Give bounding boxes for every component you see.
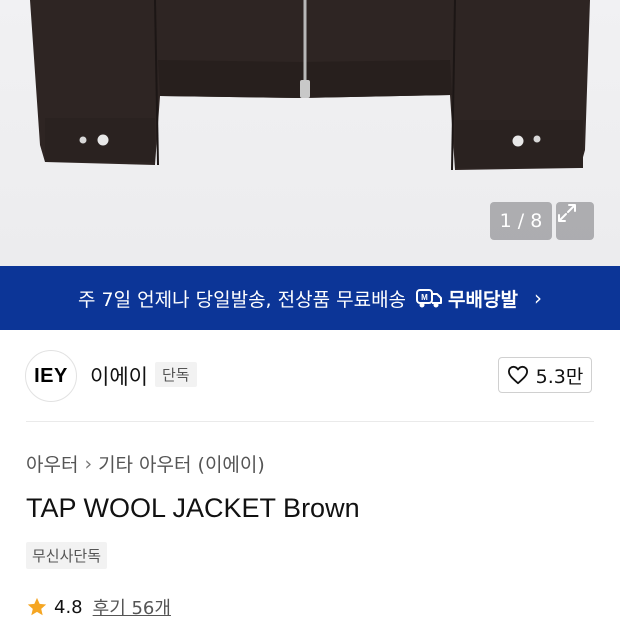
shipping-banner[interactable]: 주 7일 언제나 당일발송, 전상품 무료배송 M 무배당발 › — [0, 266, 620, 330]
heart-icon — [507, 365, 528, 385]
brand-row: IEY 이에이 단독 5.3만 — [0, 330, 620, 420]
brand-name[interactable]: 이에이 — [90, 361, 148, 391]
free-shipping-brand: M 무배당발 — [416, 285, 518, 312]
product-image[interactable]: 1 / 8 — [0, 0, 620, 266]
section-divider — [26, 421, 594, 422]
brand-logo[interactable]: IEY — [25, 350, 77, 402]
like-count: 5.3만 — [535, 365, 584, 388]
store-exclusive-badge: 무신사단독 — [26, 542, 108, 569]
product-title: TAP WOOL JACKET Brown — [26, 493, 360, 523]
reviews-link[interactable]: 후기 56개 — [93, 594, 171, 620]
expand-button[interactable] — [556, 202, 594, 240]
svg-text:M: M — [421, 293, 428, 302]
breadcrumb: 아우터 › 기타 아우터 (이에이) — [26, 450, 265, 477]
exclusive-badge: 단독 — [155, 362, 197, 387]
like-button[interactable]: 5.3만 — [498, 357, 592, 393]
free-shipping-label: 무배당발 — [448, 288, 518, 311]
shipping-banner-text: 주 7일 언제나 당일발송, 전상품 무료배송 — [78, 288, 407, 311]
expand-icon — [558, 204, 576, 222]
breadcrumb-subcategory[interactable]: 기타 아우터 (이에이) — [98, 450, 265, 477]
rating-score: 4.8 — [54, 596, 83, 618]
image-counter: 1 / 8 — [490, 202, 552, 240]
rating-row: 4.8 후기 56개 — [26, 594, 171, 620]
delivery-truck-icon: M — [416, 289, 443, 308]
breadcrumb-category[interactable]: 아우터 — [26, 450, 78, 477]
chevron-right-icon: › — [84, 452, 93, 475]
star-icon — [27, 597, 47, 616]
chevron-right-icon: › — [533, 286, 542, 310]
